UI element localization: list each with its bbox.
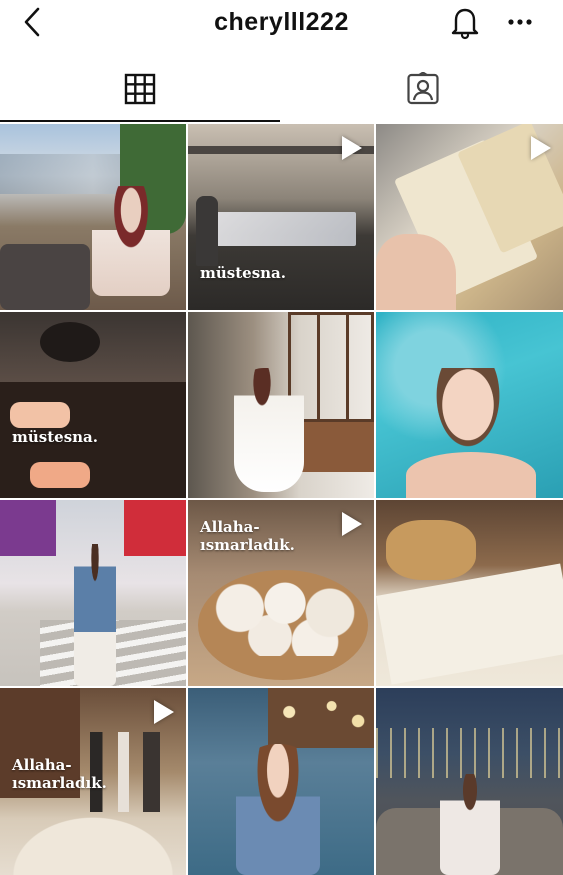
tab-tagged[interactable] <box>282 58 563 120</box>
notification-bell-icon[interactable] <box>448 4 482 40</box>
video-play-icon <box>342 136 362 160</box>
shoulders <box>406 452 536 498</box>
person-face <box>428 368 508 460</box>
billboard <box>124 500 186 556</box>
profile-header: cherylll222 <box>0 0 563 50</box>
tagged-person-icon <box>406 72 439 105</box>
post-tile-4[interactable]: müstesna. <box>0 312 186 498</box>
post-tile-9[interactable] <box>376 500 563 686</box>
post-tile-1[interactable] <box>0 124 186 310</box>
post-tile-6[interactable] <box>376 312 563 498</box>
people <box>90 732 160 812</box>
video-play-icon <box>531 136 551 160</box>
post-tile-8[interactable]: Allaha-ısmarladık. <box>188 500 374 686</box>
sushi <box>30 462 90 488</box>
dumplings <box>210 560 360 656</box>
person <box>74 544 116 686</box>
tile-caption: Allaha-ısmarladık. <box>12 756 107 792</box>
lounge-chair <box>0 244 90 310</box>
plate <box>0 808 186 875</box>
lights <box>268 688 374 748</box>
video-play-icon <box>154 700 174 724</box>
post-tile-5[interactable] <box>188 312 374 498</box>
profile-tabs <box>0 58 563 122</box>
post-tile-10[interactable]: Allaha-ısmarladık. <box>0 688 186 875</box>
tile-caption: müstesna. <box>200 264 286 282</box>
post-tile-7[interactable] <box>0 500 186 686</box>
city-lights <box>376 728 563 778</box>
tile-caption: müstesna. <box>12 428 98 446</box>
person <box>196 196 218 266</box>
sign-letters <box>216 212 356 246</box>
tab-posts-grid[interactable] <box>0 58 280 122</box>
hand <box>376 234 456 310</box>
post-tile-12[interactable] <box>376 688 563 875</box>
billboard <box>0 500 56 556</box>
person <box>440 774 500 875</box>
more-options-icon[interactable] <box>506 12 534 32</box>
post-tile-3[interactable] <box>376 124 563 310</box>
menu-card <box>376 563 563 685</box>
bowl <box>40 322 100 362</box>
grid-icon <box>124 73 156 105</box>
post-tile-2[interactable]: müstesna. <box>188 124 374 310</box>
post-tile-11[interactable] <box>188 688 374 875</box>
person <box>236 744 320 875</box>
bread <box>386 520 476 580</box>
person <box>92 186 170 296</box>
video-play-icon <box>342 512 362 536</box>
person <box>234 368 304 492</box>
tile-caption: Allaha-ısmarladık. <box>200 518 295 554</box>
table <box>298 422 374 472</box>
sushi <box>10 402 70 428</box>
